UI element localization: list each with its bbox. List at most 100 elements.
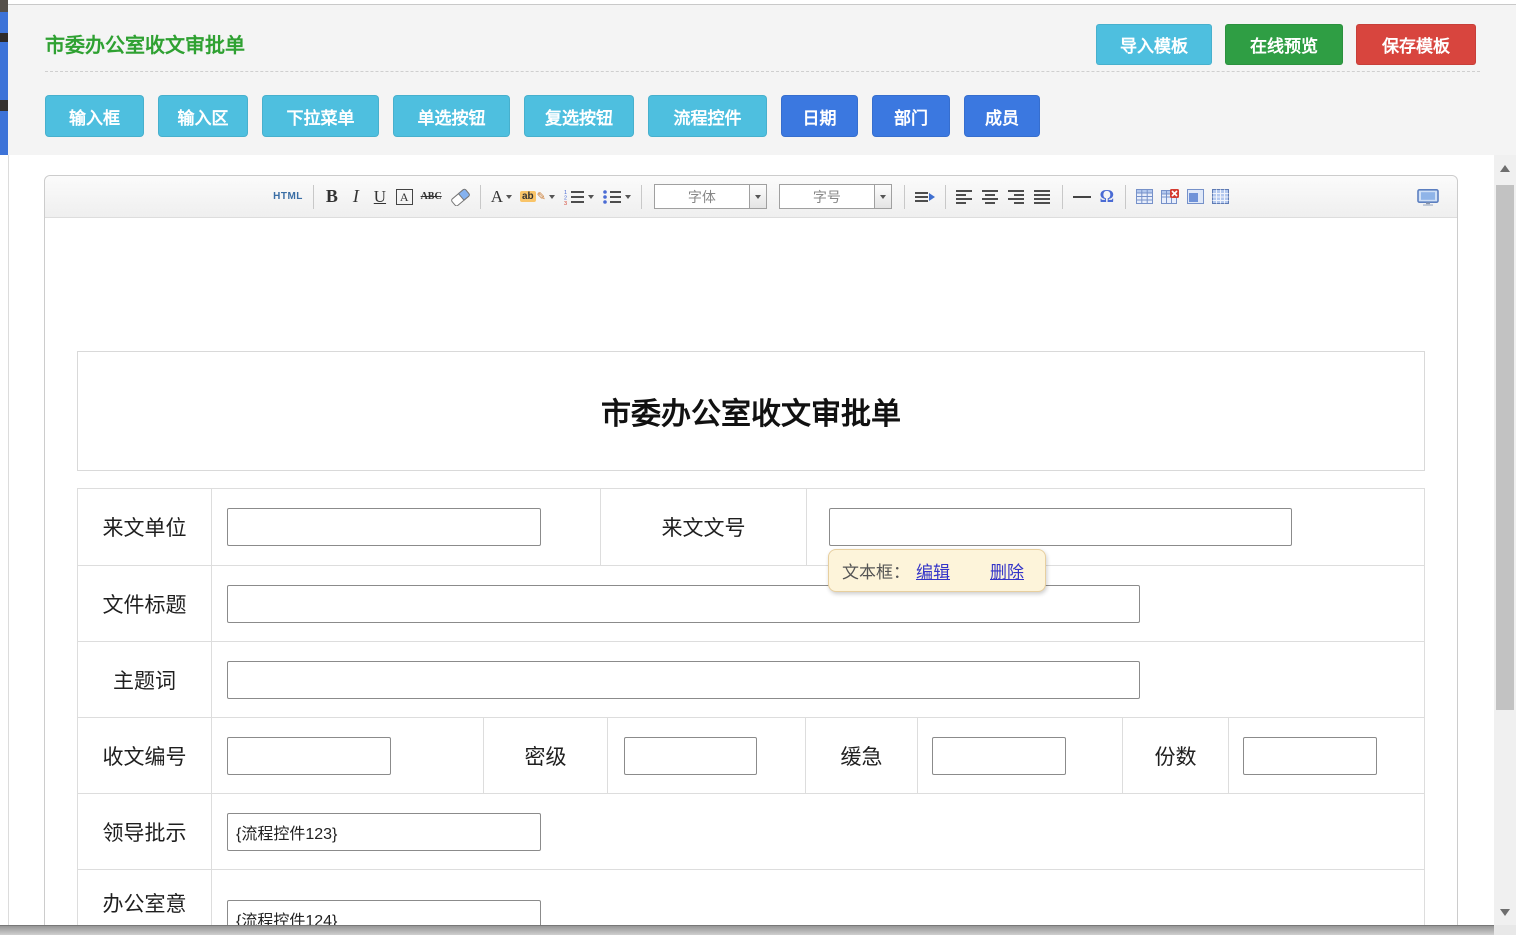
delete-table-icon[interactable] bbox=[1158, 184, 1182, 210]
dropdown-caret bbox=[506, 195, 512, 199]
italic-icon[interactable]: I bbox=[345, 184, 367, 210]
dropdown-caret bbox=[625, 195, 631, 199]
background-fragment bbox=[0, 100, 8, 111]
align-center-icon[interactable] bbox=[979, 184, 1003, 210]
down-arrow-icon bbox=[1500, 909, 1510, 916]
save-template-button[interactable]: 保存模板 bbox=[1356, 24, 1476, 65]
label-doc-number: 来文文号 bbox=[600, 489, 806, 565]
import-template-button[interactable]: 导入模板 bbox=[1096, 24, 1212, 65]
widget-button-input-box[interactable]: 输入框 bbox=[45, 95, 144, 137]
cell-properties-icon[interactable] bbox=[1184, 184, 1207, 210]
editor-canvas: HTML B I U A ABC A ab✎ 123 字体 bbox=[8, 155, 1494, 925]
widget-button-date[interactable]: 日期 bbox=[781, 95, 858, 137]
font-family-dropdown-button[interactable] bbox=[750, 184, 767, 209]
scrollbar-thumb[interactable] bbox=[1496, 185, 1514, 710]
label-subject-words: 主题词 bbox=[78, 642, 211, 717]
secrecy-level-input[interactable] bbox=[624, 737, 757, 775]
widget-button-flow-control[interactable]: 流程控件 bbox=[648, 95, 767, 137]
font-size-select[interactable]: 字号 bbox=[779, 184, 892, 209]
strikethrough-icon[interactable]: ABC bbox=[418, 184, 445, 210]
vertical-scrollbar[interactable] bbox=[1494, 155, 1516, 925]
highlight-color-icon[interactable]: ab✎ bbox=[517, 184, 558, 210]
doc-number-input[interactable] bbox=[829, 508, 1292, 546]
template-editor-header: 市委办公室收文审批单 导入模板 在线预览 保存模板 输入框 输入区 下拉菜单 单… bbox=[8, 4, 1516, 155]
insert-table-icon[interactable] bbox=[1133, 184, 1156, 210]
cell-secrecy-level bbox=[607, 718, 805, 793]
widget-button-checkbox[interactable]: 复选按钮 bbox=[524, 95, 634, 137]
copies-input[interactable] bbox=[1243, 737, 1377, 775]
widget-button-input-area[interactable]: 输入区 bbox=[158, 95, 248, 137]
label-secrecy-level: 密级 bbox=[483, 718, 607, 793]
table-row: 文件标题 bbox=[78, 565, 1424, 641]
font-family-select[interactable]: 字体 bbox=[654, 184, 767, 209]
dropdown-caret bbox=[588, 195, 594, 199]
dropdown-caret bbox=[880, 195, 886, 199]
widget-button-dropdown[interactable]: 下拉菜单 bbox=[262, 95, 379, 137]
unordered-list-icon[interactable] bbox=[599, 184, 634, 210]
header-divider bbox=[45, 71, 1480, 72]
edit-link[interactable]: 编辑 bbox=[916, 558, 950, 583]
ordered-list-icon[interactable]: 123 bbox=[560, 184, 597, 210]
online-preview-button[interactable]: 在线预览 bbox=[1225, 24, 1343, 65]
source-unit-input[interactable] bbox=[227, 508, 541, 546]
scrollbar-corner bbox=[1494, 925, 1516, 935]
font-family-value: 字体 bbox=[654, 184, 750, 209]
urgency-input[interactable] bbox=[932, 737, 1066, 775]
horizontal-rule-icon[interactable] bbox=[1070, 184, 1094, 210]
table-row: 收文编号 密级 缓急 份数 bbox=[78, 717, 1424, 793]
delete-link[interactable]: 删除 bbox=[990, 558, 1024, 583]
dropdown-caret bbox=[755, 195, 761, 199]
justify-icon[interactable] bbox=[1031, 184, 1055, 210]
cell-source-unit bbox=[211, 489, 600, 565]
label-doc-title: 文件标题 bbox=[78, 566, 211, 641]
widget-button-member[interactable]: 成员 bbox=[964, 95, 1040, 137]
table-row: 主题词 bbox=[78, 641, 1424, 717]
fullscreen-icon[interactable] bbox=[1414, 184, 1442, 210]
cell-copies bbox=[1228, 718, 1424, 793]
widget-button-radio[interactable]: 单选按钮 bbox=[393, 95, 510, 137]
widget-toolbar: 输入框 输入区 下拉菜单 单选按钮 复选按钮 流程控件 日期 部门 成员 bbox=[45, 95, 1040, 137]
toolbar-separator bbox=[641, 185, 642, 209]
font-size-dropdown-button[interactable] bbox=[875, 184, 892, 209]
align-left-icon[interactable] bbox=[953, 184, 977, 210]
label-office-opinion: 办公室意 bbox=[78, 870, 211, 925]
scroll-up-button[interactable] bbox=[1494, 155, 1516, 181]
label-receipt-number: 收文编号 bbox=[78, 718, 211, 793]
font-color-icon[interactable]: A bbox=[488, 184, 515, 210]
table-properties-icon[interactable] bbox=[1209, 184, 1232, 210]
underline-icon[interactable]: U bbox=[369, 184, 391, 210]
editor-document[interactable]: 市委办公室收文审批单 来文单位 来文文号 文件标题 bbox=[45, 351, 1457, 925]
background-fragment bbox=[0, 0, 8, 12]
up-arrow-icon bbox=[1500, 165, 1510, 172]
label-source-unit: 来文单位 bbox=[78, 489, 211, 565]
font-color-glyph: A bbox=[491, 187, 503, 207]
toolbar-separator bbox=[945, 185, 946, 209]
special-char-icon[interactable]: Ω bbox=[1096, 184, 1118, 210]
bold-icon[interactable]: B bbox=[321, 184, 343, 210]
tooltip-label: 文本框： bbox=[842, 558, 910, 583]
toolbar-separator bbox=[904, 185, 905, 209]
cell-subject-words bbox=[211, 642, 1424, 717]
cell-doc-title bbox=[211, 566, 1424, 641]
align-right-icon[interactable] bbox=[1005, 184, 1029, 210]
svg-text:3: 3 bbox=[564, 201, 567, 205]
quick-format-icon[interactable] bbox=[912, 184, 938, 210]
cell-office-opinion bbox=[211, 870, 1424, 925]
toolbar-separator bbox=[1062, 185, 1063, 209]
scroll-down-button[interactable] bbox=[1494, 899, 1516, 925]
eraser-icon[interactable] bbox=[447, 184, 473, 210]
cell-leader-comments bbox=[211, 794, 1424, 869]
font-box-icon[interactable]: A bbox=[393, 184, 416, 210]
cell-urgency bbox=[917, 718, 1122, 793]
leader-comments-input[interactable] bbox=[227, 813, 541, 851]
receipt-number-input[interactable] bbox=[227, 737, 391, 775]
office-opinion-input[interactable] bbox=[227, 900, 541, 925]
boxed-a-glyph: A bbox=[396, 189, 413, 205]
page-title: 市委办公室收文审批单 bbox=[45, 29, 245, 58]
horizontal-scrollbar[interactable] bbox=[0, 925, 1516, 935]
label-leader-comments: 领导批示 bbox=[78, 794, 211, 869]
html-source-icon[interactable]: HTML bbox=[270, 184, 306, 210]
subject-words-input[interactable] bbox=[227, 661, 1140, 699]
toolbar-separator bbox=[1125, 185, 1126, 209]
widget-button-department[interactable]: 部门 bbox=[872, 95, 950, 137]
